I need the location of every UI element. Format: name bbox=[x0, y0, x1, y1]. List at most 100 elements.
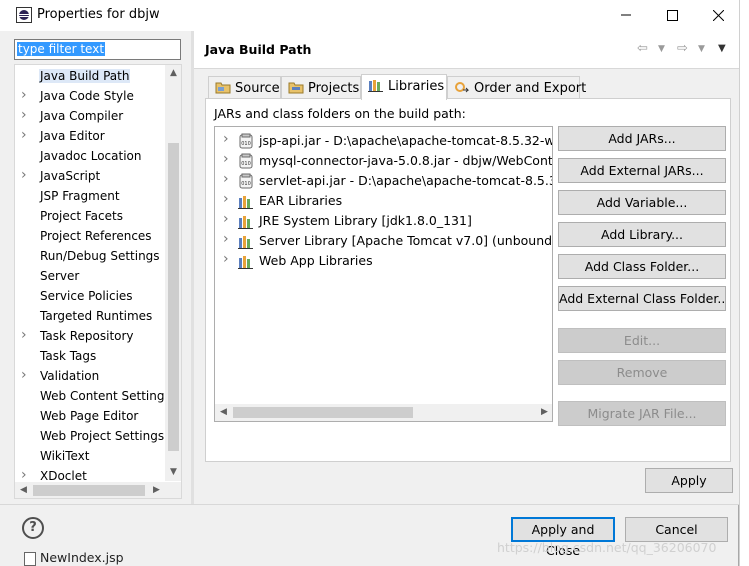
tab-source[interactable]: Source bbox=[208, 76, 281, 99]
minimize-button[interactable] bbox=[603, 3, 649, 27]
add-class-folder-button[interactable]: Add Class Folder... bbox=[558, 254, 726, 279]
scroll-up-icon[interactable]: ▲ bbox=[165, 65, 181, 82]
apply-button[interactable]: Apply bbox=[645, 468, 733, 493]
tree-item-label: Task Repository bbox=[40, 329, 134, 343]
apply-and-close-button[interactable]: Apply and Close bbox=[511, 517, 615, 558]
tree-item-label: Task Tags bbox=[40, 349, 97, 363]
scroll-left-icon[interactable]: ◀ bbox=[215, 404, 232, 421]
build-path-entry-label: Server Library [Apache Tomcat v7.0] (unb… bbox=[259, 233, 553, 248]
tree-item[interactable]: Project Facets bbox=[15, 207, 167, 227]
add-jars-button[interactable]: Add JARs... bbox=[558, 126, 726, 151]
build-path-entry[interactable]: › EAR Libraries bbox=[215, 191, 552, 211]
tree-item-label: Validation bbox=[40, 369, 100, 383]
chevron-right-icon[interactable]: › bbox=[21, 167, 33, 183]
maximize-button[interactable] bbox=[649, 3, 695, 27]
tree-item[interactable]: › Validation bbox=[15, 367, 167, 387]
chevron-right-icon[interactable]: › bbox=[223, 151, 229, 167]
chevron-right-icon[interactable]: › bbox=[21, 127, 33, 143]
chevron-right-icon[interactable]: › bbox=[223, 211, 229, 227]
tree-item[interactable]: Web Content Settings bbox=[15, 387, 171, 407]
watermark: https://blog.csdn.net/qq_36206070 bbox=[497, 540, 717, 555]
tree-item[interactable]: Web Project Settings bbox=[15, 427, 167, 447]
migrate-jar-button[interactable]: Migrate JAR File... bbox=[558, 401, 726, 426]
tab-order-export[interactable]: Order and Export bbox=[447, 76, 586, 99]
chevron-right-icon[interactable]: › bbox=[223, 231, 229, 247]
tree-item[interactable]: Run/Debug Settings bbox=[15, 247, 167, 267]
tree-item[interactable]: Java Build Path bbox=[15, 67, 167, 87]
close-button[interactable] bbox=[695, 3, 741, 27]
library-icon bbox=[238, 236, 253, 249]
chevron-right-icon[interactable]: › bbox=[21, 367, 33, 383]
build-path-entry[interactable]: › Server Library [Apache Tomcat v7.0] (un… bbox=[215, 231, 553, 251]
cancel-button[interactable]: Cancel bbox=[625, 517, 728, 542]
tree-item[interactable]: WikiText bbox=[15, 447, 167, 467]
tree-item[interactable]: › Java Editor bbox=[15, 127, 167, 147]
remove-button[interactable]: Remove bbox=[558, 360, 726, 385]
libraries-icon bbox=[368, 80, 383, 92]
scroll-thumb[interactable] bbox=[233, 407, 413, 418]
tree-item[interactable]: Project References bbox=[15, 227, 167, 247]
tree-item[interactable]: › Java Code Style bbox=[15, 87, 167, 107]
tree-item[interactable]: Server bbox=[15, 267, 167, 287]
tree-item-label: Project Facets bbox=[40, 209, 123, 223]
chevron-right-icon[interactable]: › bbox=[223, 251, 229, 267]
chevron-right-icon[interactable]: › bbox=[223, 171, 229, 187]
tree-item[interactable]: › Java Compiler bbox=[15, 107, 167, 127]
build-path-entry[interactable]: › 010 mysql-connector-java-5.0.8.jar - dbj… bbox=[215, 151, 552, 171]
scroll-thumb[interactable] bbox=[33, 485, 145, 496]
tree-item-label: Server bbox=[40, 269, 80, 283]
build-path-entry[interactable]: › Web App Libraries bbox=[215, 251, 552, 271]
scroll-right-icon[interactable]: ▶ bbox=[148, 482, 165, 498]
scroll-right-icon[interactable]: ▶ bbox=[536, 404, 552, 421]
chevron-right-icon[interactable]: › bbox=[21, 87, 33, 103]
tree-item[interactable]: Service Policies bbox=[15, 287, 167, 307]
tree-item[interactable]: › JavaScript bbox=[15, 167, 167, 187]
build-path-entry[interactable]: › JRE System Library [jdk1.8.0_131] bbox=[215, 211, 552, 231]
chevron-right-icon[interactable]: › bbox=[223, 131, 229, 147]
tree-item[interactable]: JSP Fragment bbox=[15, 187, 167, 207]
filter-input[interactable]: type filter text bbox=[14, 39, 181, 60]
tree-item[interactable]: Javadoc Location bbox=[15, 147, 167, 167]
build-path-entry[interactable]: › 010 jsp-api.jar - D:\apache\apache-tomca… bbox=[215, 131, 552, 151]
scroll-down-icon[interactable]: ▼ bbox=[165, 464, 181, 481]
forward-arrow-icon[interactable]: ⇨ bbox=[677, 41, 688, 56]
libraries-caption: JARs and class folders on the build path… bbox=[214, 106, 466, 121]
chevron-right-icon[interactable]: › bbox=[223, 191, 229, 207]
chevron-right-icon[interactable]: › bbox=[21, 327, 33, 343]
back-arrow-icon[interactable]: ⇦ bbox=[637, 41, 648, 56]
add-variable-button[interactable]: Add Variable... bbox=[558, 190, 726, 215]
add-external-jars-button[interactable]: Add External JARs... bbox=[558, 158, 726, 183]
tree-item-label: Java Build Path bbox=[39, 69, 131, 83]
chevron-right-icon[interactable]: › bbox=[21, 107, 33, 123]
help-icon[interactable]: ? bbox=[22, 517, 44, 539]
edit-button[interactable]: Edit... bbox=[558, 328, 726, 353]
chevron-down-icon[interactable]: ▼ bbox=[698, 44, 705, 54]
left-pane: type filter text Java Build Path › Java Co… bbox=[0, 31, 191, 504]
add-library-button[interactable]: Add Library... bbox=[558, 222, 726, 247]
scroll-left-icon[interactable]: ◀ bbox=[15, 482, 32, 498]
tree-horizontal-scrollbar[interactable]: ◀ ▶ bbox=[15, 482, 181, 498]
tree-item[interactable]: Web Page Editor bbox=[15, 407, 167, 427]
svg-text:010: 010 bbox=[241, 181, 251, 187]
add-external-class-folder-button[interactable]: Add External Class Folder... bbox=[558, 286, 726, 311]
tree-vertical-scrollbar[interactable]: ▲ ▼ bbox=[165, 65, 181, 481]
build-path-horizontal-scrollbar[interactable]: ◀ ▶ bbox=[215, 404, 552, 421]
chevron-down-icon[interactable]: ▼ bbox=[658, 44, 665, 54]
tab-bar: Source Projects Libraries Order and Expo… bbox=[208, 74, 728, 100]
build-path-entry-label: JRE System Library [jdk1.8.0_131] bbox=[259, 213, 472, 228]
right-pane: Java Build Path ⇦ ▼ ⇨ ▼ ▼ Source Project… bbox=[194, 31, 739, 504]
jar-icon: 010 bbox=[239, 133, 253, 149]
tree-item[interactable]: › Task Repository bbox=[15, 327, 167, 347]
page-header: Java Build Path ⇦ ▼ ⇨ ▼ ▼ bbox=[194, 31, 739, 69]
svg-text:010: 010 bbox=[241, 161, 251, 167]
view-menu-icon[interactable]: ▼ bbox=[718, 43, 726, 54]
scroll-thumb[interactable] bbox=[168, 143, 179, 451]
background-editor-strip bbox=[739, 0, 749, 566]
tree-item[interactable]: Task Tags bbox=[15, 347, 167, 367]
tab-projects[interactable]: Projects bbox=[281, 76, 361, 99]
chevron-right-icon[interactable]: › bbox=[21, 467, 33, 483]
build-path-entry[interactable]: › 010 servlet-api.jar - D:\apache\apache-t… bbox=[215, 171, 552, 191]
tab-libraries[interactable]: Libraries bbox=[361, 74, 447, 100]
tab-label: Source bbox=[235, 81, 280, 96]
tree-item[interactable]: Targeted Runtimes bbox=[15, 307, 167, 327]
